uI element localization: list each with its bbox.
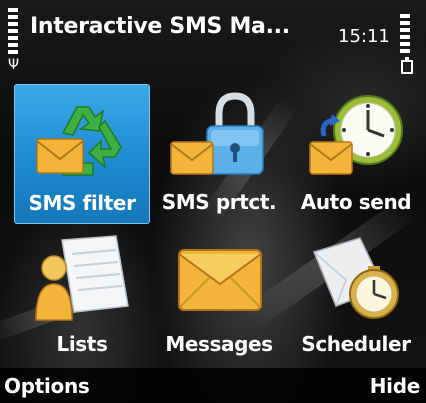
grid-item-label: SMS prtct. xyxy=(161,190,277,214)
contact-list-icon xyxy=(35,235,129,321)
app-grid: SMS filter SMS prtct. Auto send Lists Me… xyxy=(14,84,414,364)
stopwatch-icon xyxy=(312,237,399,319)
grid-item-auto-send[interactable]: Auto send xyxy=(288,84,424,224)
clock-envelope-icon xyxy=(309,95,403,175)
app-grid-screen: Ψ Interactive SMS Ma... 15:11 SMS filter… xyxy=(0,0,426,403)
envelope-icon xyxy=(178,249,262,311)
grid-item-messages[interactable]: Messages xyxy=(151,226,287,366)
grid-item-label: Lists xyxy=(56,332,108,356)
grid-item-sms-filter[interactable]: SMS filter xyxy=(14,84,150,224)
grid-item-label: SMS filter xyxy=(28,191,136,215)
app-title: Interactive SMS Ma... xyxy=(30,14,290,39)
grid-item-scheduler[interactable]: Scheduler xyxy=(288,226,424,366)
grid-item-label: Scheduler xyxy=(301,332,411,356)
grid-item-label: Messages xyxy=(165,332,273,356)
battery-icon xyxy=(400,14,413,76)
hide-softkey[interactable]: Hide xyxy=(370,374,421,398)
options-softkey[interactable]: Options xyxy=(4,374,90,398)
grid-item-sms-protect[interactable]: SMS prtct. xyxy=(151,84,287,224)
antenna-icon: Ψ xyxy=(8,57,20,73)
softkey-bar: Options Hide xyxy=(0,368,426,403)
grid-item-label: Auto send xyxy=(300,190,412,214)
clock: 15:11 xyxy=(338,26,390,47)
grid-item-lists[interactable]: Lists xyxy=(14,226,150,366)
recycle-envelope-icon xyxy=(36,106,122,176)
padlock-envelope-icon xyxy=(170,92,264,175)
status-bar: Ψ Interactive SMS Ma... 15:11 xyxy=(0,0,426,80)
